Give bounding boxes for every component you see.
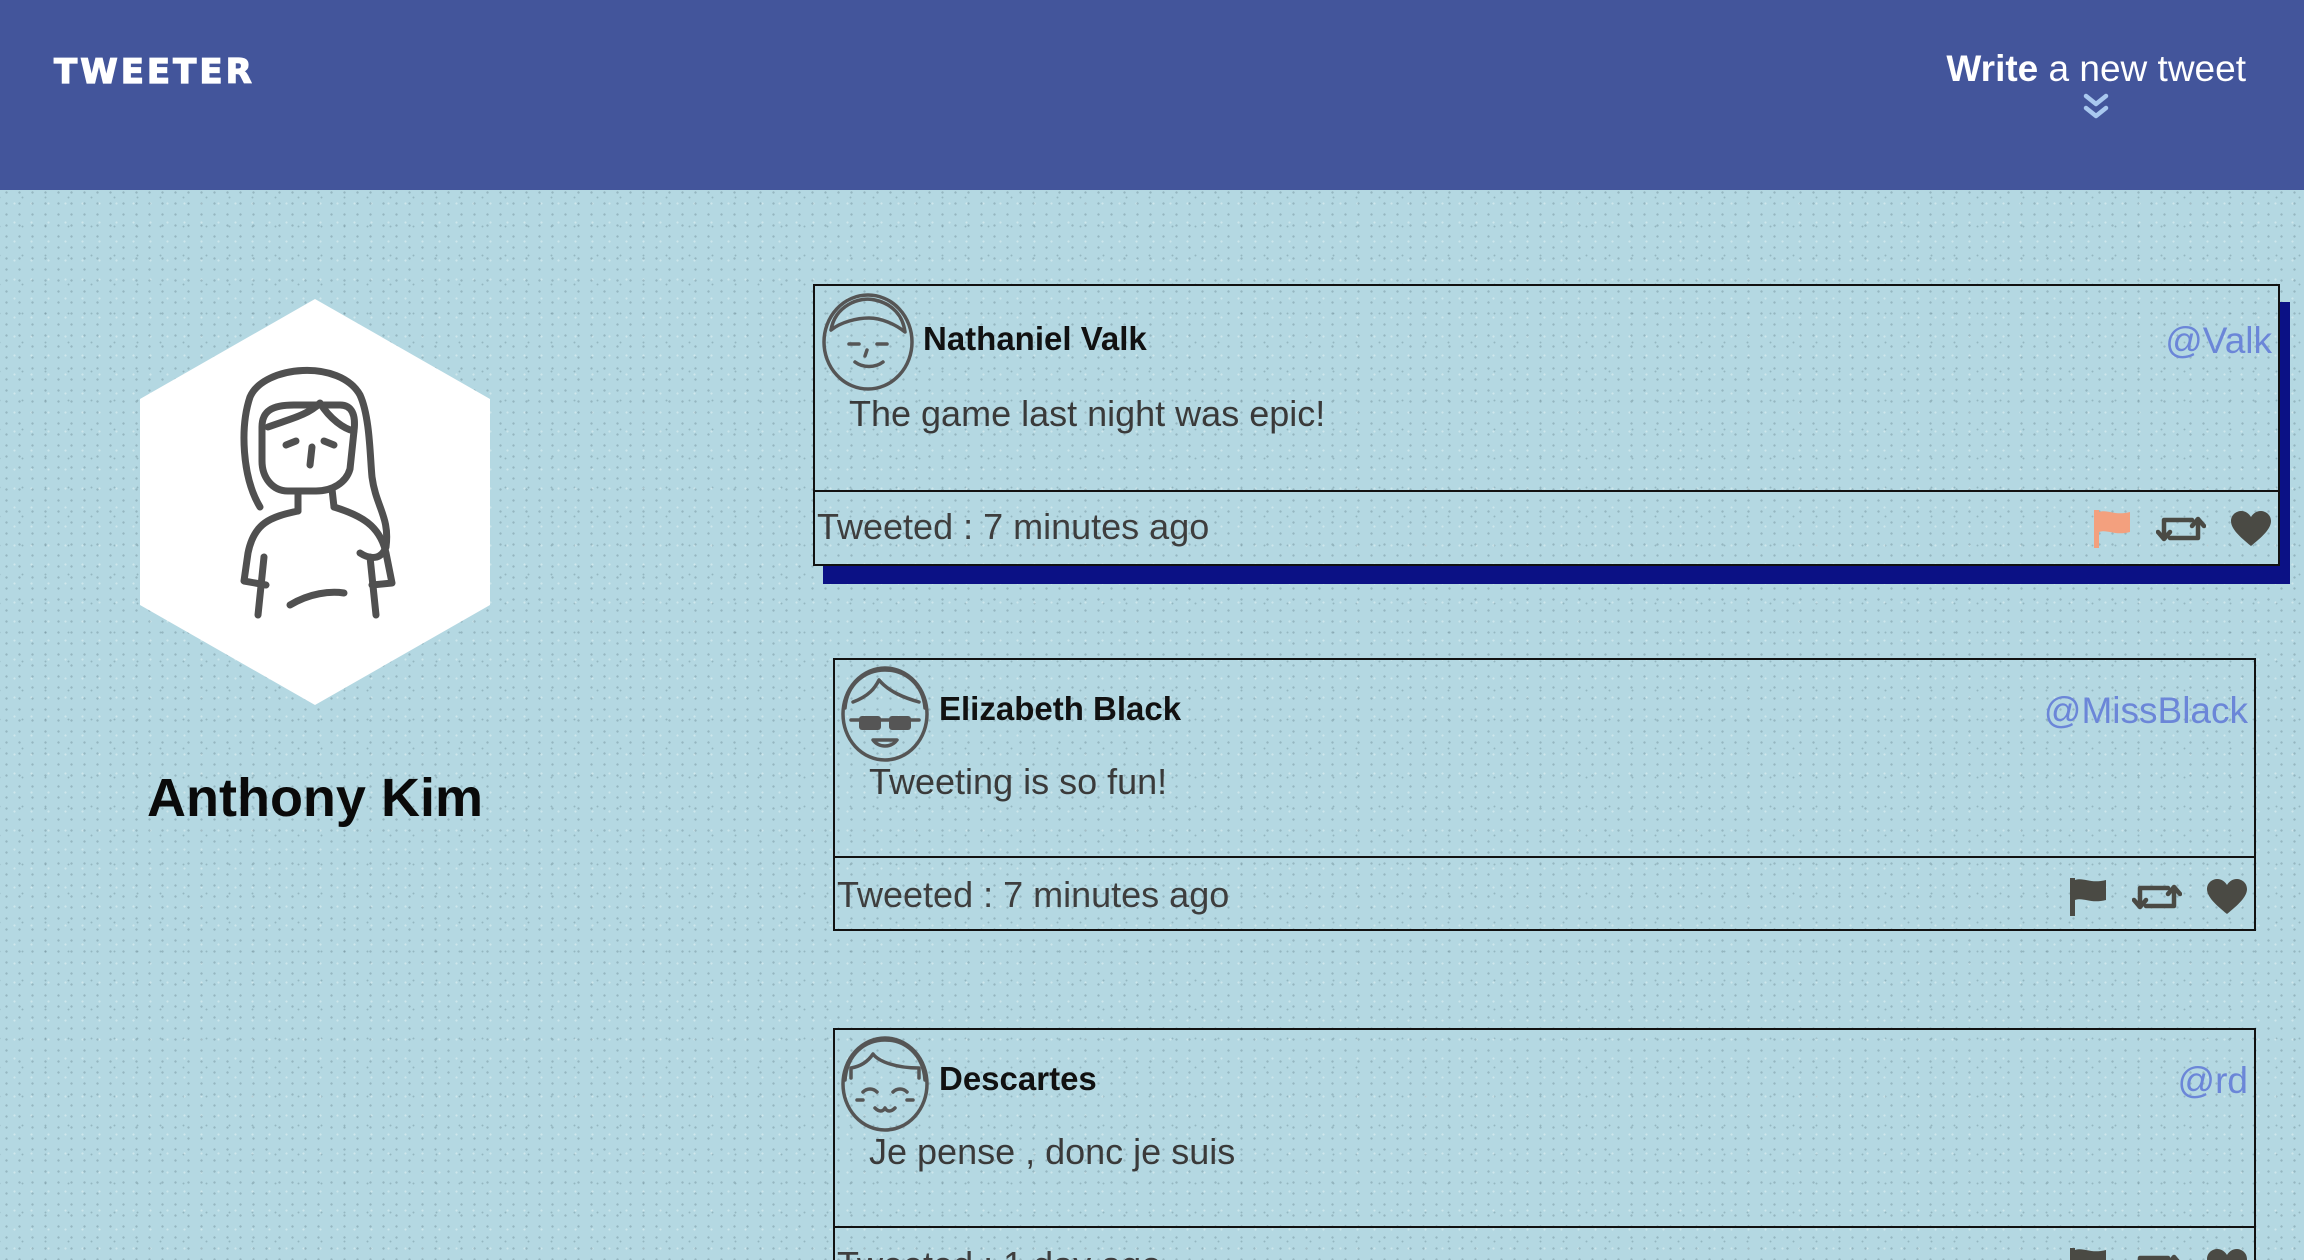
tweet-header: Elizabeth Black @MissBlack bbox=[835, 660, 2254, 762]
tweet-text: Tweeting is so fun! bbox=[869, 761, 1168, 802]
app-logo: TWEETER bbox=[53, 51, 255, 92]
tweet-footer: Tweeted : 7 minutes ago bbox=[815, 490, 2278, 558]
write-new-tweet-toggle[interactable]: Write a new tweet bbox=[1946, 48, 2246, 122]
tweet-handle[interactable]: @MissBlack bbox=[2044, 690, 2248, 732]
tweet-actions bbox=[2092, 510, 2272, 548]
tweet-actions bbox=[2068, 1248, 2248, 1260]
tweet-actions bbox=[2068, 878, 2248, 916]
boy-face-icon bbox=[822, 293, 914, 391]
user-profile: Anthony Kim bbox=[110, 295, 520, 829]
top-nav-bar: TWEETER Write a new tweet bbox=[0, 0, 2304, 190]
tweet-card[interactable]: Nathaniel Valk @Valk The game last night… bbox=[813, 284, 2280, 566]
smiling-face-icon bbox=[841, 1036, 929, 1132]
heart-icon[interactable] bbox=[2206, 879, 2248, 915]
tweet-footer: Tweeted : 7 minutes ago bbox=[835, 856, 2254, 926]
tweet-card[interactable]: Elizabeth Black @MissBlack Tweeting is s… bbox=[833, 658, 2256, 931]
woman-avatar-icon bbox=[240, 366, 396, 619]
tweet-author-name[interactable]: Elizabeth Black bbox=[939, 690, 1181, 728]
tweet-text: Je pense , donc je suis bbox=[869, 1131, 1236, 1172]
heart-icon[interactable] bbox=[2230, 511, 2272, 547]
compose-rest-text: a new tweet bbox=[2038, 48, 2246, 89]
flag-icon[interactable] bbox=[2068, 878, 2108, 916]
tweet-timestamp: Tweeted : 7 minutes ago bbox=[817, 506, 1210, 547]
flag-icon[interactable] bbox=[2092, 510, 2132, 548]
write-new-tweet-label[interactable]: Write a new tweet bbox=[1946, 48, 2246, 90]
retweet-icon[interactable] bbox=[2132, 1250, 2182, 1260]
tweet-author-name[interactable]: Descartes bbox=[939, 1060, 1097, 1098]
retweet-icon[interactable] bbox=[2132, 880, 2182, 914]
tweet-header: Descartes @rd bbox=[835, 1030, 2254, 1132]
girl-sunglasses-face-icon bbox=[841, 666, 929, 762]
tweet-text: The game last night was epic! bbox=[849, 393, 1326, 434]
tweet-header: Nathaniel Valk @Valk bbox=[815, 286, 2278, 394]
retweet-icon[interactable] bbox=[2156, 512, 2206, 546]
double-chevron-down-icon[interactable] bbox=[2081, 92, 2111, 122]
tweet-author-name[interactable]: Nathaniel Valk bbox=[923, 320, 1147, 358]
flag-icon[interactable] bbox=[2068, 1248, 2108, 1260]
tweet-handle[interactable]: @rd bbox=[2178, 1060, 2248, 1102]
tweet-handle[interactable]: @Valk bbox=[2165, 320, 2272, 362]
tweet-timestamp: Tweeted : 1 day ago bbox=[837, 1244, 1161, 1260]
compose-strong-text: Write bbox=[1946, 48, 2039, 89]
profile-avatar-hexagon bbox=[135, 295, 495, 709]
tweet-footer: Tweeted : 1 day ago bbox=[835, 1226, 2254, 1260]
tweet-timestamp: Tweeted : 7 minutes ago bbox=[837, 874, 1230, 915]
profile-name: Anthony Kim bbox=[147, 768, 483, 828]
tweet-card[interactable]: Descartes @rd Je pense , donc je suis Tw… bbox=[833, 1028, 2256, 1260]
heart-icon[interactable] bbox=[2206, 1249, 2248, 1260]
